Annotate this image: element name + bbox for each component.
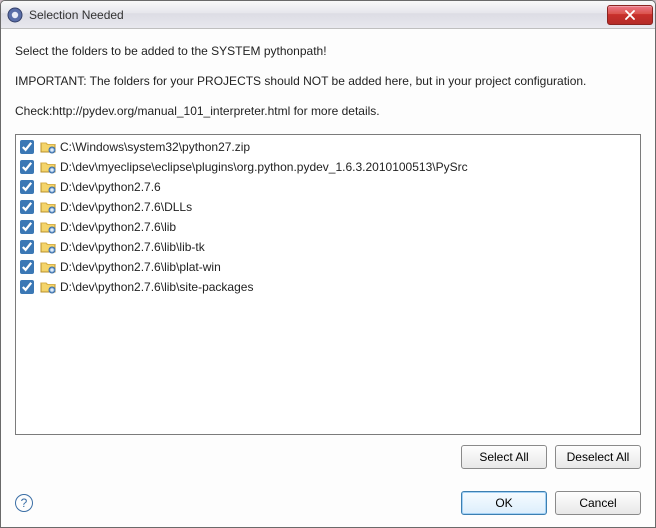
description: Select the folders to be added to the SY… <box>15 43 641 134</box>
app-icon <box>7 7 23 23</box>
selection-buttons: Select All Deselect All <box>15 445 641 469</box>
list-item[interactable]: D:\dev\myeclipse\eclipse\plugins\org.pyt… <box>16 157 640 177</box>
folder-icon <box>40 219 56 235</box>
folder-path: D:\dev\python2.7.6\lib\lib-tk <box>60 240 205 254</box>
folder-checkbox[interactable] <box>20 260 34 274</box>
folder-checkbox[interactable] <box>20 220 34 234</box>
list-item[interactable]: D:\dev\python2.7.6\lib\lib-tk <box>16 237 640 257</box>
list-item[interactable]: D:\dev\python2.7.6\lib\site-packages <box>16 277 640 297</box>
folder-checkbox[interactable] <box>20 280 34 294</box>
footer: ? OK Cancel <box>1 481 655 527</box>
help-button[interactable]: ? <box>15 494 33 512</box>
folder-checkbox[interactable] <box>20 200 34 214</box>
folder-path: C:\Windows\system32\python27.zip <box>60 140 250 154</box>
folder-checkbox[interactable] <box>20 180 34 194</box>
list-item[interactable]: D:\dev\python2.7.6\DLLs <box>16 197 640 217</box>
list-item[interactable]: D:\dev\python2.7.6 <box>16 177 640 197</box>
folder-path: D:\dev\myeclipse\eclipse\plugins\org.pyt… <box>60 160 468 174</box>
list-item[interactable]: D:\dev\python2.7.6\lib\plat-win <box>16 257 640 277</box>
ok-button[interactable]: OK <box>461 491 547 515</box>
folder-icon <box>40 239 56 255</box>
folder-path: D:\dev\python2.7.6\DLLs <box>60 200 192 214</box>
folder-icon <box>40 279 56 295</box>
folder-list[interactable]: C:\Windows\system32\python27.zip D:\dev\… <box>15 134 641 435</box>
folder-icon <box>40 259 56 275</box>
list-item[interactable]: C:\Windows\system32\python27.zip <box>16 137 640 157</box>
folder-icon <box>40 159 56 175</box>
folder-checkbox[interactable] <box>20 160 34 174</box>
desc-line: Select the folders to be added to the SY… <box>15 43 641 59</box>
select-all-button[interactable]: Select All <box>461 445 547 469</box>
desc-line: Check:http://pydev.org/manual_101_interp… <box>15 103 641 119</box>
folder-icon <box>40 179 56 195</box>
dialog-window: Selection Needed Select the folders to b… <box>0 0 656 528</box>
titlebar[interactable]: Selection Needed <box>1 1 655 29</box>
folder-icon <box>40 139 56 155</box>
desc-line: IMPORTANT: The folders for your PROJECTS… <box>15 73 641 89</box>
list-item[interactable]: D:\dev\python2.7.6\lib <box>16 217 640 237</box>
folder-path: D:\dev\python2.7.6\lib <box>60 220 176 234</box>
folder-icon <box>40 199 56 215</box>
folder-checkbox[interactable] <box>20 240 34 254</box>
close-button[interactable] <box>607 5 653 25</box>
folder-path: D:\dev\python2.7.6 <box>60 180 161 194</box>
cancel-button[interactable]: Cancel <box>555 491 641 515</box>
window-title: Selection Needed <box>29 8 607 22</box>
content-area: Select the folders to be added to the SY… <box>1 29 655 481</box>
deselect-all-button[interactable]: Deselect All <box>555 445 641 469</box>
folder-path: D:\dev\python2.7.6\lib\site-packages <box>60 280 253 294</box>
folder-path: D:\dev\python2.7.6\lib\plat-win <box>60 260 221 274</box>
close-icon <box>624 10 636 20</box>
folder-checkbox[interactable] <box>20 140 34 154</box>
